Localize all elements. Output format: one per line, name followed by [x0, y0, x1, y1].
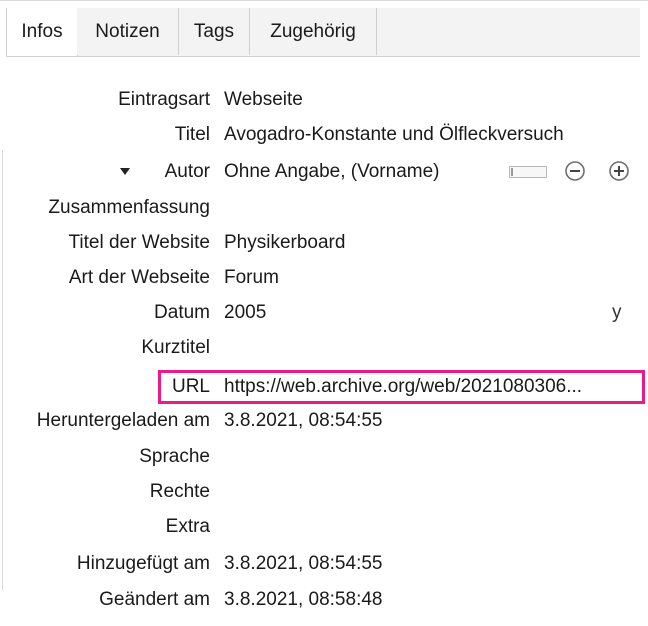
field-row-date-modified: Geändert am 3.8.2021, 08:58:48: [0, 585, 648, 615]
field-row-abstract: Zusammenfassung: [0, 193, 648, 223]
title-label: Titel: [174, 124, 210, 145]
website-title-label: Titel der Website: [68, 232, 211, 253]
date-added-value: 3.8.2021, 08:54:55: [224, 553, 383, 574]
field-row-date-added: Hinzugefügt am 3.8.2021, 08:54:55: [0, 549, 648, 579]
tab-notizen[interactable]: Notizen: [77, 8, 179, 55]
tab-infos[interactable]: Infos: [6, 8, 78, 56]
minus-circle-icon[interactable]: [565, 161, 585, 181]
switch-knob: [511, 168, 513, 176]
field-row-website-type: Art der Webseite Forum: [0, 263, 648, 293]
field-row-item-type: Eintragsart Webseite: [0, 85, 648, 115]
field-row-date: Datum 2005 y: [0, 298, 648, 328]
field-row-title: Titel Avogadro-Konstante und Ölfleckvers…: [0, 120, 648, 150]
date-format-indicator: y: [612, 302, 622, 323]
top-border: [0, 0, 648, 1]
short-title-label: Kurztitel: [141, 337, 210, 358]
item-type-label[interactable]: Eintragsart: [118, 85, 210, 115]
date-added-label: Hinzugefügt am: [76, 553, 210, 574]
creator-mode-switch[interactable]: [509, 166, 547, 178]
accessed-value[interactable]: 3.8.2021, 08:54:55: [224, 406, 382, 436]
accessed-label: Heruntergeladen am: [36, 410, 210, 431]
language-label: Sprache: [139, 446, 210, 467]
field-row-rights: Rechte: [0, 477, 648, 507]
plus-circle-icon[interactable]: [609, 161, 629, 181]
field-row-language: Sprache: [0, 442, 648, 472]
date-label: Datum: [154, 302, 210, 323]
field-row-short-title: Kurztitel: [0, 333, 648, 363]
url-highlight-box: [158, 370, 645, 404]
extra-label: Extra: [165, 516, 210, 537]
tab-tags[interactable]: Tags: [179, 8, 250, 55]
field-row-website-title: Titel der Website Physikerboard: [0, 228, 648, 258]
author-value[interactable]: Ohne Angabe, (Vorname): [224, 157, 439, 187]
title-value[interactable]: Avogadro-Konstante und Ölfleckversuch: [224, 120, 564, 150]
tab-zugehoerig[interactable]: Zugehörig: [250, 8, 377, 55]
field-row-extra: Extra: [0, 512, 648, 542]
triangle-down-icon[interactable]: [120, 168, 130, 175]
rights-label: Rechte: [149, 481, 210, 502]
date-modified-label: Geändert am: [99, 589, 210, 610]
website-type-value[interactable]: Forum: [224, 263, 279, 293]
item-type-value[interactable]: Webseite: [224, 85, 303, 115]
tab-bar: Infos Notizen Tags Zugehörig: [6, 8, 640, 57]
author-label[interactable]: Autor: [165, 157, 210, 187]
date-modified-value: 3.8.2021, 08:58:48: [224, 589, 383, 610]
website-title-value[interactable]: Physikerboard: [224, 228, 345, 258]
field-row-accessed: Heruntergeladen am 3.8.2021, 08:54:55: [0, 406, 648, 436]
date-value[interactable]: 2005: [224, 298, 266, 328]
abstract-label: Zusammenfassung: [48, 197, 210, 218]
website-type-label: Art der Webseite: [68, 267, 210, 288]
field-row-author: Autor Ohne Angabe, (Vorname): [0, 157, 648, 187]
